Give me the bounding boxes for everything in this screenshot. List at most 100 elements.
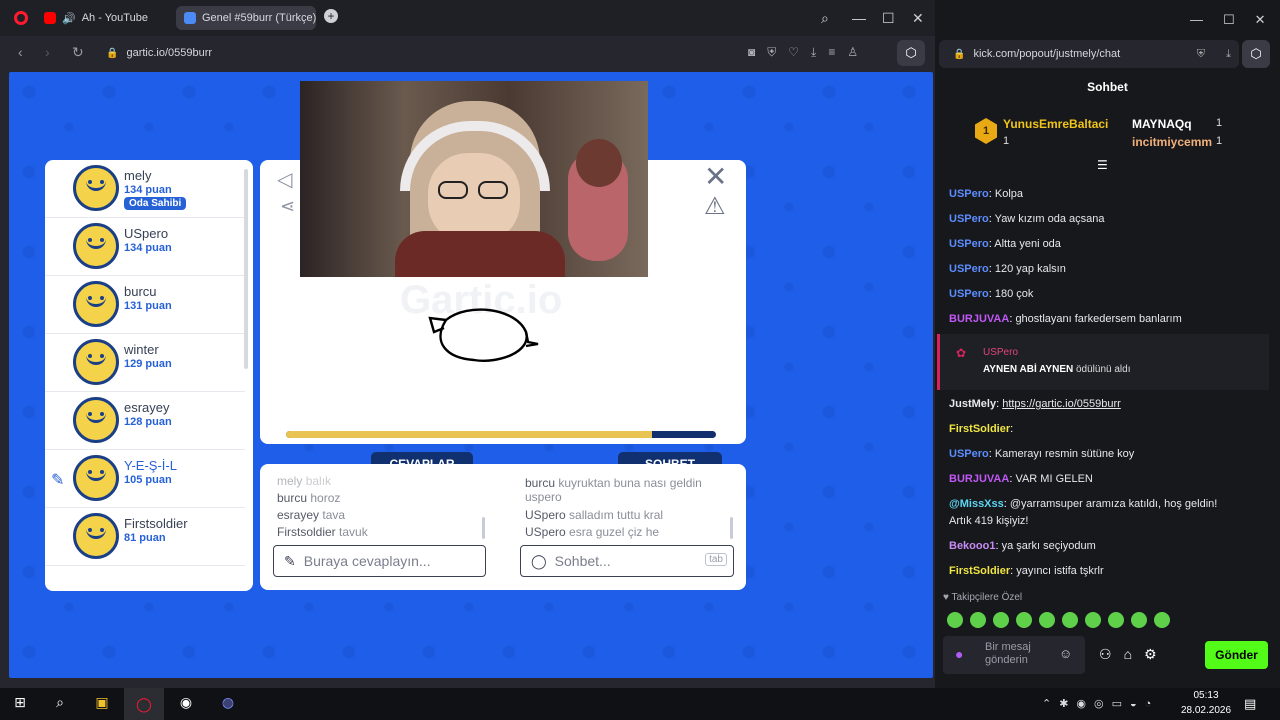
leader-count: 1 [1003,135,1010,147]
speaker-icon[interactable]: 🔊 [62,12,76,25]
kick-url-field[interactable]: 🔒 kick.com/popout/justmely/chat ⤓ ⛨ [939,40,1239,68]
emoji-icon[interactable]: ☺ [1059,646,1072,661]
forward-icon[interactable]: › [45,44,50,60]
chat-input[interactable]: ◯ Sohbet... tab [520,545,734,577]
chat-username[interactable]: BURJUVAA [949,473,1009,485]
chat-username[interactable]: USPero [949,288,989,300]
player-row[interactable]: Firstsoldier 81 puan [45,508,245,566]
download-icon[interactable]: ⤓ [811,45,816,60]
kick-chat-message: USPero: Altta yeni oda [949,238,1061,250]
minimize-icon[interactable]: — [852,10,866,26]
emote-icon[interactable] [1108,612,1124,628]
back-icon[interactable]: ‹ [18,44,23,60]
pencil-input-icon: ✎ [284,552,296,569]
reward-title: AYNEN ABİ AYNEN [983,364,1074,375]
leader-name[interactable]: YunusEmreBaltaci [1003,117,1108,131]
kick-chat-message: USPero: 120 yap kalsın [949,263,1066,275]
emote-icon[interactable] [993,612,1009,628]
chat-username[interactable]: USPero [949,263,989,275]
close-board-icon[interactable]: ✕ [704,160,727,193]
message-input[interactable]: ● Bir mesaj gönderin ☺ [943,636,1085,674]
windows-start-icon[interactable]: ⊞ [10,694,30,714]
send-button[interactable]: Gönder [1205,641,1268,669]
download-icon[interactable]: ⤓ [1226,48,1231,61]
extensions-icon[interactable]: ⬡ [1242,40,1270,68]
maximize-icon[interactable]: ☐ [1223,12,1235,28]
player-row[interactable]: USpero 134 puan [45,218,245,276]
emote-icon[interactable] [1154,612,1170,628]
tab-gartic[interactable]: Genel #59burr (Türkçe) - G [176,6,316,30]
emote-icon[interactable] [970,612,986,628]
chat-username[interactable]: USPero [949,238,989,250]
settings-icon[interactable]: ⚙ [1144,646,1157,663]
emote-icon[interactable] [1039,612,1055,628]
player-row[interactable]: mely 134 puan Oda Sahibi [45,160,245,218]
chat-username[interactable]: USPero [949,213,989,225]
chat-username[interactable]: USPero [949,188,989,200]
chat-text: 120 yap kalsın [994,263,1066,275]
menu-icon[interactable]: ≡ [828,45,835,60]
chat-username[interactable]: BURJUVAA [949,313,1009,325]
search-icon[interactable]: ⌕ [50,694,70,714]
leader-name[interactable]: MAYNAQq [1132,117,1192,131]
player-row[interactable]: esrayey 128 puan [45,392,245,450]
chat-username[interactable]: JustMely [949,398,996,410]
player-score: 134 puan [124,242,172,254]
youtube-icon [44,12,56,24]
chat-username[interactable]: @MissXss [949,498,1004,510]
clock-date[interactable]: 28.02.2026 [1180,705,1232,716]
close-icon[interactable]: ✕ [1255,12,1266,28]
report-icon[interactable]: ⚠ [704,192,726,221]
emote-icon[interactable] [1016,612,1032,628]
app-icon[interactable]: ◉ [176,694,196,714]
emote-icon[interactable] [1085,612,1101,628]
users-icon[interactable]: ⚇ [1099,646,1112,663]
chat-item: USpero esra guzel çiz he [525,525,660,539]
player-avatar [73,165,119,211]
search-icon[interactable]: ⌕ [821,10,829,27]
chat-username[interactable]: USPero [949,448,989,460]
emote-icon[interactable] [947,612,963,628]
volume-icon[interactable]: ◁ [277,167,292,192]
shield-icon[interactable]: ⛨ [1197,48,1205,61]
mic-icon[interactable]: ● [955,646,963,662]
reload-icon[interactable]: ↻ [72,44,84,61]
store-icon[interactable]: ⌂ [1124,646,1132,663]
heart-icon[interactable]: ♡ [788,45,799,60]
shield-icon[interactable]: ⛨ [767,45,776,60]
opera-taskbar-icon[interactable]: ◯ [124,688,164,720]
player-row[interactable]: winter 129 puan [45,334,245,392]
share-icon[interactable]: ⋖ [280,196,295,217]
answers-scrollbar[interactable] [482,517,485,539]
chat-scrollbar[interactable] [730,517,733,539]
chat-username[interactable]: Bekooo1 [949,540,995,552]
close-icon[interactable]: ✕ [912,10,924,27]
emote-icon[interactable] [1131,612,1147,628]
answer-input[interactable]: ✎ Buraya cevaplayın... [273,545,486,577]
leader-name[interactable]: incitmiycemm [1132,135,1212,149]
clock-time[interactable]: 05:13 [1180,690,1232,701]
opera-logo-icon[interactable] [14,11,28,25]
emote-icon[interactable] [1062,612,1078,628]
maximize-icon[interactable]: ☐ [882,10,895,27]
tray-icons[interactable]: ⌃✱◉◎▭◒◔ [1042,697,1159,710]
player-row[interactable]: Y-E-Ş-İ-L 105 puan [45,450,245,508]
new-tab-icon[interactable]: + [324,9,338,23]
extensions-icon[interactable]: ⬡ [897,40,925,66]
camera-icon[interactable]: ◙ [748,45,755,60]
room-owner-badge: Oda Sahibi [124,197,187,210]
chat-username[interactable]: FirstSoldier [949,423,1010,435]
notifications-icon[interactable]: ▤ [1244,696,1256,712]
minimize-icon[interactable]: — [1190,12,1203,28]
chat-username[interactable]: FirstSoldier [949,565,1010,577]
tab-youtube[interactable]: 🔊 Ah - YouTube [36,6,168,30]
file-explorer-icon[interactable]: ▣ [92,694,112,714]
collapse-icon[interactable]: ☰ [1097,158,1108,172]
player-row[interactable]: burcu 131 puan [45,276,245,334]
profile-icon[interactable]: ♙ [847,45,858,60]
address-toolbar: ◙ ⛨ ♡ ⤓ ≡ ♙ [748,45,858,60]
kick-chat-window: — ☐ ✕ 🔒 kick.com/popout/justmely/chat ⤓ … [935,0,1280,688]
players-scrollbar[interactable] [244,169,248,369]
player-score: 105 puan [124,474,172,486]
discord-icon[interactable]: ◍ [218,694,238,714]
